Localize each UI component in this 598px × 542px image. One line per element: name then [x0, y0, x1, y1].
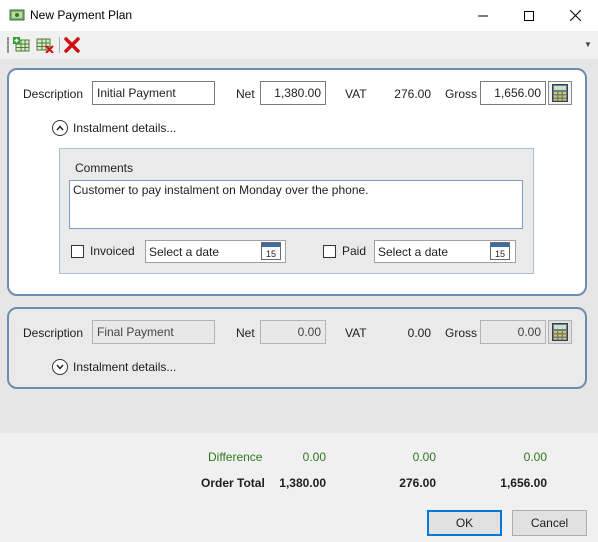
paid-checkbox[interactable] [323, 245, 336, 258]
net-input[interactable]: 0.00 [260, 320, 326, 344]
minimize-button[interactable] [460, 0, 506, 31]
invoiced-checkbox[interactable] [71, 245, 84, 258]
collapse-details-icon[interactable] [52, 120, 68, 136]
calendar-icon[interactable]: 15 [261, 242, 281, 260]
order-total-net: 1,380.00 [279, 476, 326, 490]
ok-button[interactable]: OK [427, 510, 502, 536]
close-button[interactable] [552, 0, 598, 31]
gross-input[interactable]: 1,656.00 [480, 81, 546, 105]
description-input[interactable]: Initial Payment [92, 81, 215, 105]
calendar-day: 15 [266, 249, 276, 259]
order-total-vat: 276.00 [399, 476, 436, 490]
difference-vat: 0.00 [412, 450, 436, 464]
net-input[interactable]: 1,380.00 [260, 81, 326, 105]
difference-label: Difference [208, 450, 263, 464]
gross-label: Gross [445, 326, 478, 340]
difference-gross: 0.00 [523, 450, 547, 464]
payment-plan-icon [9, 8, 25, 22]
calculator-icon [552, 84, 568, 102]
gross-label: Gross [445, 87, 478, 101]
net-label: Net [236, 326, 255, 340]
cancel-button[interactable]: Cancel [512, 510, 587, 536]
expand-details-icon[interactable] [52, 359, 68, 375]
gross-input[interactable]: 0.00 [480, 320, 546, 344]
vat-value: 276.00 [394, 87, 431, 101]
calendar-day: 15 [495, 249, 505, 259]
description-label: Description [23, 87, 84, 101]
instalment-details-expander[interactable]: Instalment details... [73, 121, 176, 135]
calculator-icon [552, 323, 568, 341]
remove-grid-icon [36, 38, 54, 53]
calculator-button[interactable] [548, 81, 572, 105]
maximize-icon [524, 10, 534, 21]
close-icon [569, 10, 581, 21]
paid-label: Paid [342, 244, 367, 258]
toolbar [0, 31, 598, 59]
paid-date-placeholder: Select a date [378, 244, 449, 259]
delete-button[interactable] [62, 35, 82, 55]
order-total-label: Order Total [201, 476, 265, 490]
description-label: Description [23, 326, 84, 340]
vat-value: 0.00 [407, 326, 431, 340]
net-label: Net [236, 87, 255, 101]
red-x-icon [64, 37, 80, 53]
remove-instalment-button[interactable] [35, 35, 55, 55]
minimize-icon [478, 15, 488, 16]
invoiced-label: Invoiced [90, 244, 135, 258]
order-total-gross: 1,656.00 [500, 476, 547, 490]
invoiced-date-placeholder: Select a date [149, 244, 220, 259]
add-grid-icon [13, 37, 30, 52]
window-title: New Payment Plan [30, 8, 133, 22]
toolbar-overflow-icon[interactable]: ▼ [584, 40, 592, 49]
toolbar-separator [59, 37, 60, 53]
instalment-details-expander[interactable]: Instalment details... [73, 360, 176, 374]
toolbar-grip[interactable] [7, 37, 9, 53]
calendar-icon[interactable]: 15 [490, 242, 510, 260]
vat-label: VAT [345, 326, 367, 340]
description-input[interactable]: Final Payment [92, 320, 215, 344]
calculator-button[interactable] [548, 320, 572, 344]
vat-label: VAT [345, 87, 367, 101]
add-instalment-button[interactable] [12, 35, 32, 55]
difference-net: 0.00 [302, 450, 326, 464]
comments-textarea[interactable]: Customer to pay instalment on Monday ove… [69, 180, 523, 229]
comments-label: Comments [75, 161, 134, 175]
maximize-button[interactable] [506, 0, 552, 31]
